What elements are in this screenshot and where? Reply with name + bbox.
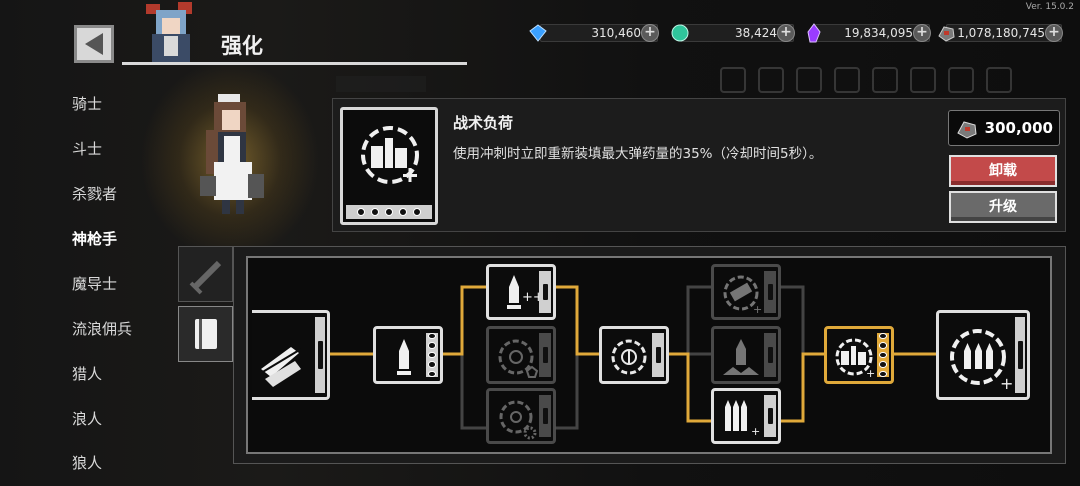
ring-pentagon-icon	[498, 339, 539, 378]
ring-bullets-icon: +	[950, 329, 1013, 393]
ring-target-icon	[611, 339, 647, 375]
skill-node-rocket-launch[interactable]	[711, 326, 781, 384]
skill-node-ring-target[interactable]	[599, 326, 669, 384]
skill-node-ring-bullets[interactable]: +	[936, 310, 1030, 400]
skill-node-root[interactable]	[252, 310, 330, 400]
skill-node-tactical-load[interactable]: +	[824, 326, 894, 384]
svg-text:+: +	[866, 367, 875, 380]
tactical-load-icon: +	[835, 338, 875, 380]
svg-text:+: +	[751, 425, 760, 438]
svg-text:++: ++	[522, 290, 540, 305]
skill-node-rocket-plus[interactable]: ++	[486, 264, 556, 320]
svg-text:+: +	[753, 303, 762, 316]
skill-node-bullets-plus[interactable]: +	[711, 388, 781, 444]
skill-node-ring-barrel[interactable]: +	[711, 264, 781, 320]
skill-node-rocket[interactable]	[373, 326, 443, 384]
rocket-launch-icon	[723, 339, 759, 375]
bullets-plus-icon: +	[725, 400, 760, 438]
rocket-icon	[397, 339, 411, 375]
svg-text:+: +	[1000, 374, 1013, 393]
skill-node-ring-pentagon[interactable]	[486, 326, 556, 384]
bullet-slash-icon	[260, 347, 302, 387]
skill-node-ring-gear[interactable]	[486, 388, 556, 444]
ring-barrel-icon: +	[723, 275, 762, 316]
rocket-plus-icon: ++	[507, 275, 540, 309]
ring-gear-icon	[499, 400, 537, 440]
